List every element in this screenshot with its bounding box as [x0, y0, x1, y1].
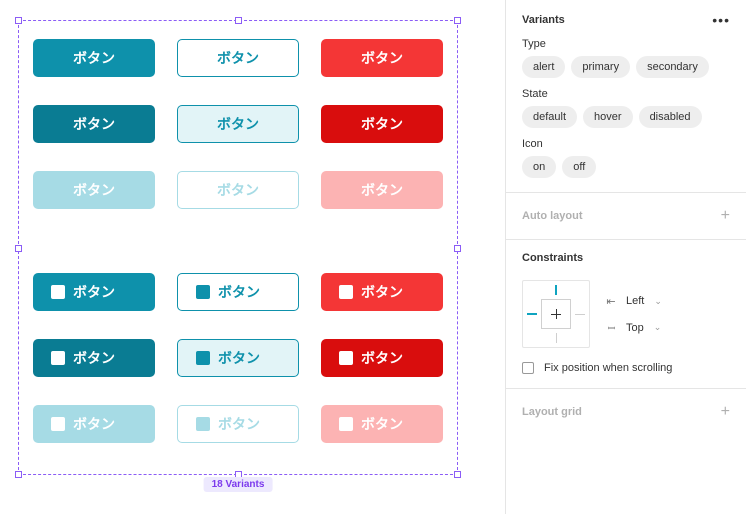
section-title-layout-grid: Layout grid — [522, 406, 582, 418]
button-label: ボタン — [361, 180, 403, 200]
button-variant[interactable]: ボタン — [321, 171, 443, 209]
resize-handle[interactable] — [15, 471, 22, 478]
chevron-down-icon: ⌄ — [654, 322, 662, 333]
button-label: ボタン — [361, 414, 403, 434]
constraint-horizontal-dropdown[interactable]: ⇤ Left ⌄ — [604, 295, 662, 308]
button-label: ボタン — [73, 180, 115, 200]
button-variant[interactable]: ボタン — [177, 171, 299, 209]
button-leading-icon — [196, 351, 210, 365]
button-variant[interactable]: ボタン — [33, 105, 155, 143]
variant-property-label: State — [522, 88, 730, 100]
chevron-down-icon: ⌄ — [654, 296, 662, 307]
auto-layout-section[interactable]: Auto layout + — [506, 193, 746, 240]
button-label: ボタン — [361, 348, 403, 368]
button-leading-icon — [196, 285, 210, 299]
section-title-constraints: Constraints — [522, 252, 583, 264]
canvas[interactable]: ボタンボタンボタンボタンボタンボタンボタンボタンボタンボタンボタンボタンボタンボ… — [0, 0, 505, 514]
fix-position-label: Fix position when scrolling — [544, 362, 672, 374]
button-label: ボタン — [218, 414, 260, 434]
constraint-horizontal-value: Left — [626, 295, 644, 307]
resize-handle[interactable] — [454, 471, 461, 478]
button-variant[interactable]: ボタン — [33, 405, 155, 443]
button-label: ボタン — [217, 114, 259, 134]
button-variant[interactable]: ボタン — [177, 405, 299, 443]
button-variant[interactable]: ボタン — [321, 105, 443, 143]
button-label: ボタン — [73, 414, 115, 434]
resize-handle[interactable] — [454, 245, 461, 252]
section-title-auto-layout: Auto layout — [522, 210, 583, 222]
button-leading-icon — [51, 285, 65, 299]
button-variant[interactable]: ボタン — [33, 273, 155, 311]
variant-value-pill[interactable]: off — [562, 156, 596, 178]
button-variant[interactable]: ボタン — [177, 105, 299, 143]
button-label: ボタン — [217, 48, 259, 68]
button-label: ボタン — [73, 348, 115, 368]
constraint-vertical-value: Top — [626, 322, 644, 334]
section-title-variants: Variants — [522, 14, 565, 26]
button-variant[interactable]: ボタン — [177, 339, 299, 377]
resize-handle[interactable] — [235, 17, 242, 24]
button-label: ボタン — [73, 114, 115, 134]
button-leading-icon — [339, 351, 353, 365]
align-left-icon: ⇤ — [604, 295, 618, 308]
button-label: ボタン — [73, 282, 115, 302]
button-variant[interactable]: ボタン — [321, 339, 443, 377]
button-variant[interactable]: ボタン — [177, 273, 299, 311]
variant-value-pill[interactable]: disabled — [639, 106, 702, 128]
variant-value-pill[interactable]: primary — [571, 56, 630, 78]
button-variant[interactable]: ボタン — [33, 171, 155, 209]
button-variant[interactable]: ボタン — [321, 273, 443, 311]
button-variant[interactable]: ボタン — [33, 39, 155, 77]
variant-count-badge: 18 Variants — [204, 477, 273, 492]
variant-value-pill[interactable]: alert — [522, 56, 565, 78]
constraints-widget[interactable] — [522, 280, 590, 348]
plus-icon[interactable]: + — [721, 207, 730, 225]
more-icon[interactable]: ••• — [712, 12, 730, 28]
resize-handle[interactable] — [15, 245, 22, 252]
button-label: ボタン — [73, 48, 115, 68]
button-leading-icon — [51, 417, 65, 431]
button-label: ボタン — [218, 282, 260, 302]
variant-value-pill[interactable]: secondary — [636, 56, 709, 78]
button-label: ボタン — [218, 348, 260, 368]
variant-property-label: Icon — [522, 138, 730, 150]
button-leading-icon — [339, 285, 353, 299]
constraint-vertical-dropdown[interactable]: I Top ⌄ — [604, 322, 662, 334]
variant-value-pill[interactable]: on — [522, 156, 556, 178]
variant-value-pill[interactable]: default — [522, 106, 577, 128]
button-label: ボタン — [361, 282, 403, 302]
button-leading-icon — [51, 351, 65, 365]
button-label: ボタン — [217, 180, 259, 200]
variant-value-pill[interactable]: hover — [583, 106, 633, 128]
button-variant[interactable]: ボタン — [321, 39, 443, 77]
resize-handle[interactable] — [15, 17, 22, 24]
variant-property-label: Type — [522, 38, 730, 50]
resize-handle[interactable] — [454, 17, 461, 24]
align-top-icon: I — [605, 321, 617, 335]
plus-icon[interactable]: + — [721, 403, 730, 421]
button-label: ボタン — [361, 48, 403, 68]
button-variant[interactable]: ボタン — [321, 405, 443, 443]
button-label: ボタン — [361, 114, 403, 134]
button-variant[interactable]: ボタン — [177, 39, 299, 77]
button-variant[interactable]: ボタン — [33, 339, 155, 377]
constraints-section: Constraints ⇤ Left ⌄ I Top — [506, 240, 746, 389]
properties-panel: Variants ••• Type alert primary secondary St… — [505, 0, 746, 514]
button-leading-icon — [339, 417, 353, 431]
variants-section: Variants ••• Type alert primary secondary St… — [506, 0, 746, 193]
button-leading-icon — [196, 417, 210, 431]
component-set-frame[interactable]: ボタンボタンボタンボタンボタンボタンボタンボタンボタンボタンボタンボタンボタンボ… — [18, 20, 458, 475]
fix-position-checkbox[interactable] — [522, 362, 534, 374]
layout-grid-section[interactable]: Layout grid + — [506, 389, 746, 435]
